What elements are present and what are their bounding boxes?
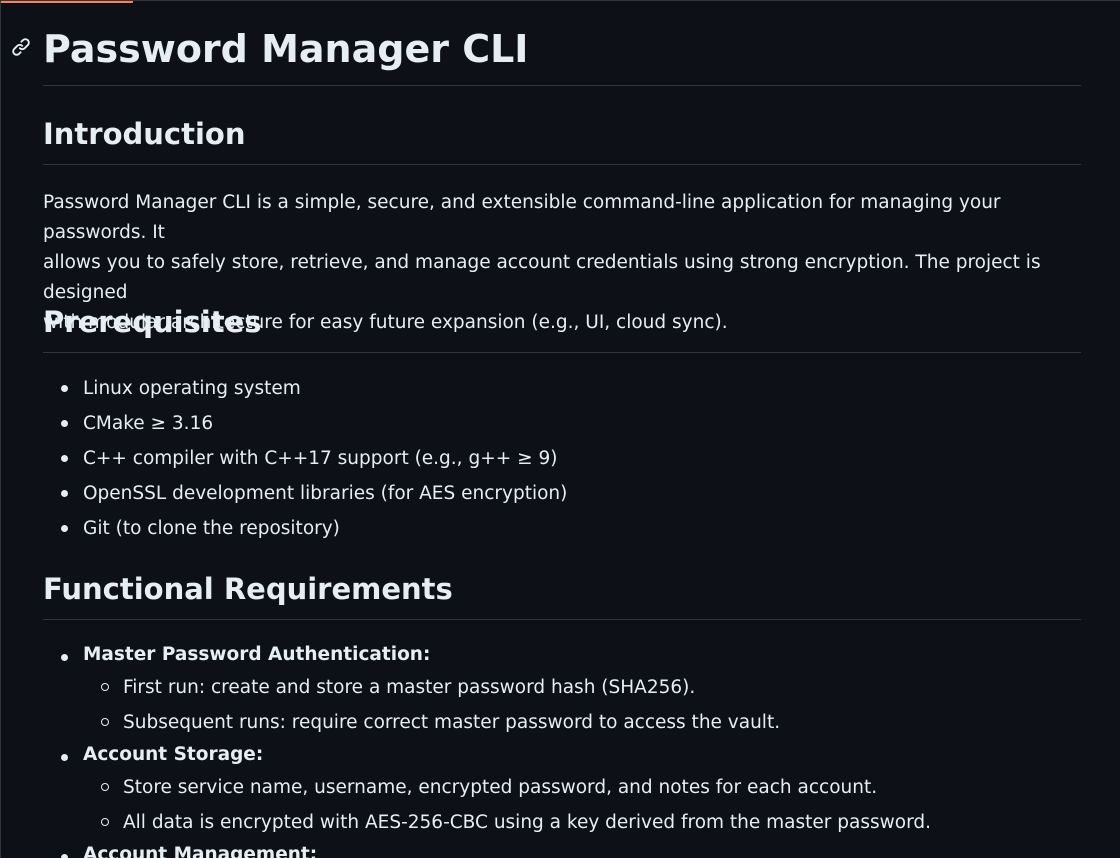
list-item: Git (to clone the repository): [43, 511, 1081, 546]
prerequisites-list: Linux operating system CMake ≥ 3.16 C++ …: [43, 371, 1081, 546]
requirement-label: Account Storage:: [83, 744, 264, 765]
sub-list-item: All data is encrypted with AES-256-CBC u…: [83, 805, 1081, 840]
list-item: Account Management:: [43, 840, 1081, 858]
requirement-label: Master Password Authentication:: [83, 644, 431, 665]
active-tab-indicator: [1, 1, 133, 3]
prerequisites-heading: Prerequisites: [43, 302, 1081, 353]
introduction-heading: Introduction: [43, 114, 1081, 165]
list-item: Account Storage: Store service name, use…: [43, 740, 1081, 840]
sub-list-item: Store service name, username, encrypted …: [83, 770, 1081, 805]
sub-list-item: Subsequent runs: require correct master …: [83, 705, 1081, 740]
requirements-list: Master Password Authentication: First ru…: [43, 640, 1081, 858]
title-header: Password Manager CLI: [12, 23, 1081, 86]
introduction-line: Password Manager CLI is a simple, secure…: [43, 192, 1001, 243]
list-item: Linux operating system: [43, 371, 1081, 406]
sub-list-item: First run: create and store a master pas…: [83, 670, 1081, 705]
sub-list: Store service name, username, encrypted …: [83, 770, 1081, 840]
list-item: Master Password Authentication: First ru…: [43, 640, 1081, 740]
list-item: OpenSSL development libraries (for AES e…: [43, 476, 1081, 511]
introduction-line: allows you to safely store, retrieve, an…: [43, 252, 1041, 303]
link-icon[interactable]: [11, 37, 31, 57]
section-functional-requirements: Functional Requirements Master Password …: [43, 569, 1081, 858]
list-item: C++ compiler with C++17 support (e.g., g…: [43, 441, 1081, 476]
functional-requirements-heading: Functional Requirements: [43, 569, 1081, 620]
page-title: Password Manager CLI: [43, 27, 529, 71]
sub-list: First run: create and store a master pas…: [83, 670, 1081, 740]
requirement-label: Account Management:: [83, 844, 318, 858]
readme-page: Password Manager CLI Introduction Passwo…: [0, 0, 1120, 858]
section-prerequisites: Prerequisites Linux operating system CMa…: [43, 302, 1081, 546]
list-item: CMake ≥ 3.16: [43, 406, 1081, 441]
